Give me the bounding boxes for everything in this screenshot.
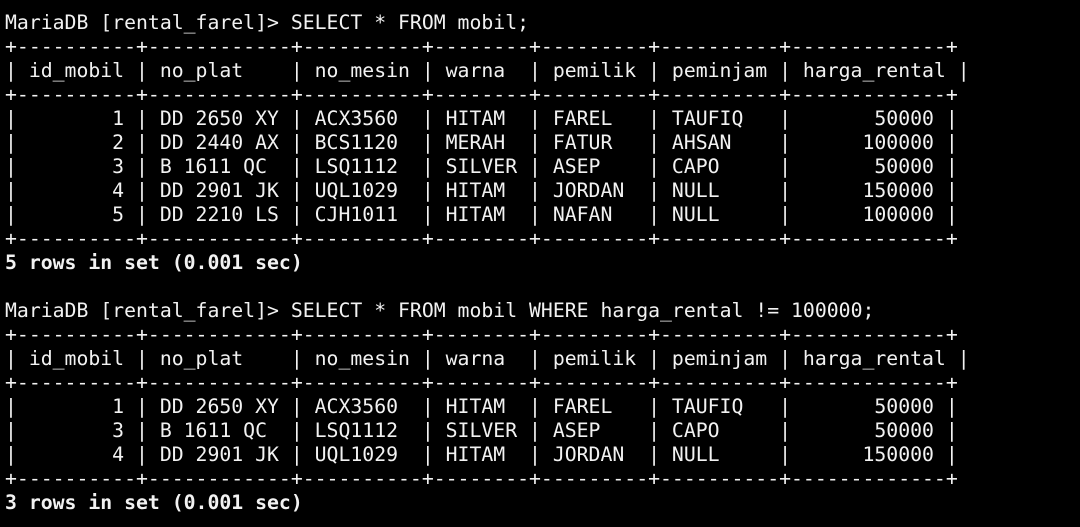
result-summary: 3 rows in set (0.001 sec): [5, 491, 303, 514]
table-row: | 3 | B 1611 QC | LSQ1112 | SILVER | ASE…: [5, 419, 958, 442]
table-border-top: +----------+------------+----------+----…: [5, 35, 958, 58]
table-row: | 4 | DD 2901 JK | UQL1029 | HITAM | JOR…: [5, 443, 958, 466]
terminal-window[interactable]: MariaDB [rental_farel]> SELECT * FROM mo…: [0, 0, 1080, 527]
table-header: | id_mobil | no_plat | no_mesin | warna …: [5, 59, 970, 82]
prompt: MariaDB [rental_farel]>: [5, 299, 291, 322]
prompt: MariaDB [rental_farel]>: [5, 11, 291, 34]
table-row: | 5 | DD 2210 LS | CJH1011 | HITAM | NAF…: [5, 203, 958, 226]
table-border-bottom: +----------+------------+----------+----…: [5, 227, 958, 250]
table-row: | 2 | DD 2440 AX | BCS1120 | MERAH | FAT…: [5, 131, 958, 154]
table-row: | 4 | DD 2901 JK | UQL1029 | HITAM | JOR…: [5, 179, 958, 202]
table-row: | 1 | DD 2650 XY | ACX3560 | HITAM | FAR…: [5, 107, 958, 130]
command-line: MariaDB [rental_farel]> SELECT * FROM mo…: [5, 299, 1080, 323]
table-border-bottom: +----------+------------+----------+----…: [5, 467, 958, 490]
command-text: SELECT * FROM mobil;: [290, 11, 530, 34]
result-summary: 5 rows in set (0.001 sec): [5, 251, 303, 274]
table-row: | 3 | B 1611 QC | LSQ1112 | SILVER | ASE…: [5, 155, 958, 178]
table-border-top: +----------+------------+----------+----…: [5, 323, 958, 346]
command-line: MariaDB [rental_farel]> SELECT * FROM mo…: [5, 11, 1080, 35]
table-header: | id_mobil | no_plat | no_mesin | warna …: [5, 347, 970, 370]
command-text: SELECT * FROM mobil WHERE harga_rental !…: [290, 299, 875, 322]
table-border-mid: +----------+------------+----------+----…: [5, 371, 958, 394]
table-border-mid: +----------+------------+----------+----…: [5, 83, 958, 106]
table-row: | 1 | DD 2650 XY | ACX3560 | HITAM | FAR…: [5, 395, 958, 418]
